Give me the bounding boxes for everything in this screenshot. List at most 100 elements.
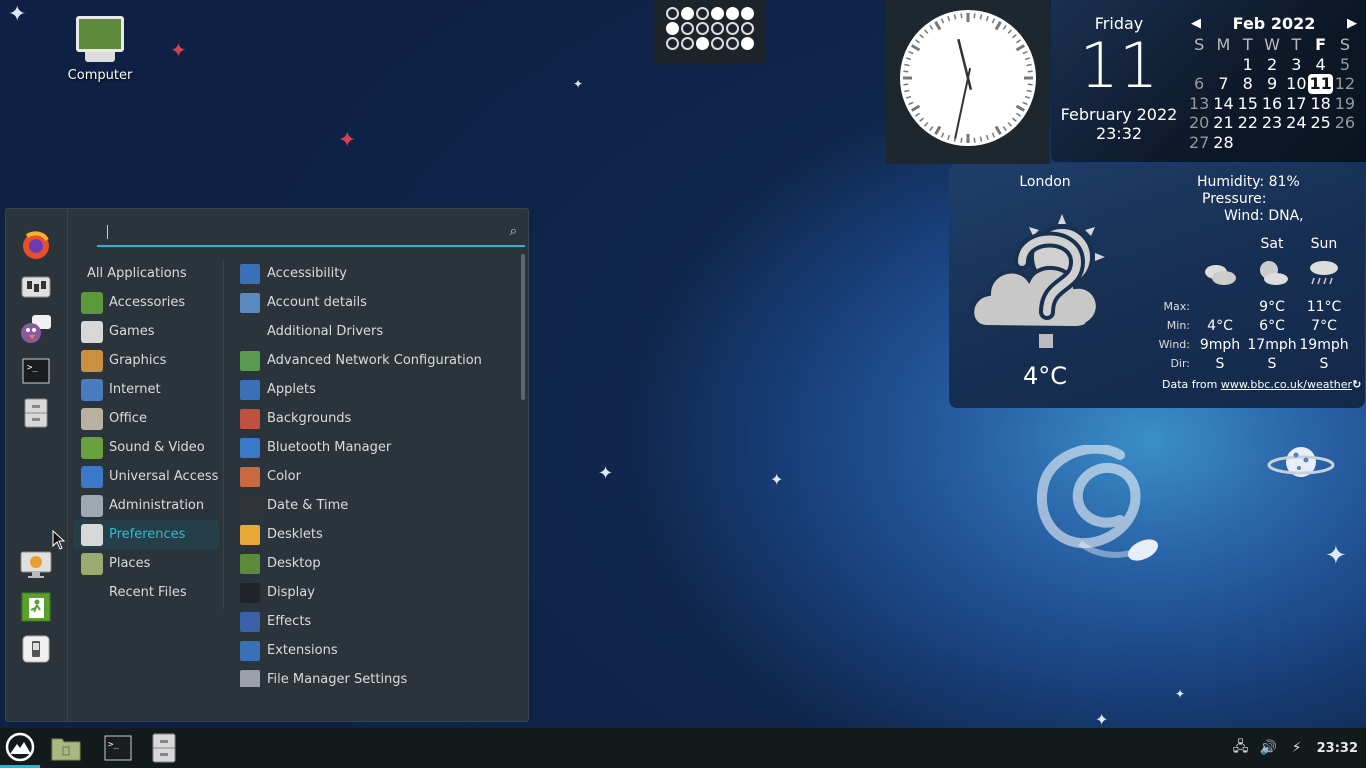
weather-source: Data from www.bbc.co.uk/weather↻ [1162,378,1361,391]
calendar-day[interactable]: 16 [1260,94,1284,114]
category-icon [81,523,103,546]
search-input[interactable] [105,222,495,244]
calendar-day[interactable]: 26 [1333,113,1357,133]
binary-dot-off [681,37,694,50]
max-temp: 11°C [1306,298,1342,315]
app-bluetooth-manager[interactable]: Bluetooth Manager [234,433,519,462]
app-effects[interactable]: Effects [234,607,519,636]
favorite-control-center[interactable] [20,271,52,303]
category-recent-files[interactable]: Recent Files [73,578,219,607]
app-display[interactable]: Display [234,578,519,607]
binary-clock-desklet [653,0,765,64]
calendar-day[interactable]: 14 [1211,94,1235,114]
app-extensions[interactable]: Extensions [234,636,519,665]
category-universal-access[interactable]: Universal Access [73,462,219,491]
network-icon[interactable]: 🖧 [1227,736,1255,760]
binary-dot-on [741,7,754,20]
calendar-day[interactable]: 20 [1187,113,1211,133]
favorite-pidgin[interactable] [20,313,52,345]
desktop-icon-computer[interactable]: Computer [62,16,138,83]
app-backgrounds[interactable]: Backgrounds [234,404,519,433]
calendar-day[interactable]: 18 [1308,94,1332,114]
weather-source-link[interactable]: www.bbc.co.uk/weather [1221,378,1352,391]
app-list-scrollbar[interactable] [521,254,525,400]
app-label: Desktop [267,556,321,571]
session-logout[interactable] [20,591,52,623]
volume-icon[interactable]: 🔊 [1255,740,1283,756]
calendar-today[interactable]: 11 [1308,74,1333,94]
category-graphics[interactable]: Graphics [73,346,219,375]
battery-icon[interactable]: ⚡ [1283,740,1311,756]
pressure: Pressure: [1202,191,1267,207]
app-applets[interactable]: Applets [234,375,519,404]
app-file-manager-settings[interactable]: File Manager Settings [234,665,519,687]
category-accessories[interactable]: Accessories [73,288,219,317]
app-label: File Manager Settings [267,672,408,687]
app-advanced-network-configuration[interactable]: Advanced Network Configuration [234,346,519,375]
app-desklets[interactable]: Desklets [234,520,519,549]
calendar-day[interactable]: 23 [1260,113,1284,133]
wallpaper-star: ✦ [8,2,27,27]
app-additional-drivers[interactable]: Additional Drivers [234,317,519,346]
calendar-day[interactable]: 7 [1211,74,1235,94]
calendar-day[interactable]: 24 [1284,113,1308,133]
taskbar-files[interactable] [47,728,85,768]
calendar-day[interactable]: 13 [1187,94,1211,114]
calendar-day[interactable]: 3 [1284,55,1308,75]
calendar-day[interactable]: 5 [1333,55,1357,75]
calendar-day[interactable]: 21 [1211,113,1235,133]
session-shutdown[interactable] [20,633,52,665]
app-color[interactable]: Color [234,462,519,491]
calendar-day[interactable]: 6 [1187,74,1211,94]
wallpaper-star: ✦ [598,463,614,484]
category-games[interactable]: Games [73,317,219,346]
binary-dot-on [666,22,679,35]
refresh-icon[interactable]: ↻ [1352,378,1361,391]
menu-start-button[interactable] [0,728,40,768]
clock-tick [953,14,957,20]
category-preferences[interactable]: Preferences [73,520,219,549]
weekday-header: F [1315,35,1327,54]
search-icon[interactable]: ⌕ [510,224,517,239]
desktop-icon-label: Computer [67,68,133,83]
category-places[interactable]: Places [73,549,219,578]
calendar-day[interactable]: 1 [1236,55,1260,75]
app-icon [240,292,260,313]
calendar-day[interactable]: 28 [1211,133,1235,153]
calendar-day[interactable]: 27 [1187,133,1211,153]
category-office[interactable]: Office [73,404,219,433]
terminal-icon: >_ [104,735,132,761]
category-administration[interactable]: Administration [73,491,219,520]
calendar-day[interactable]: 19 [1333,94,1357,114]
app-account-details[interactable]: Account details [234,288,519,317]
app-label: Extensions [267,643,338,658]
taskbar-file-cabinet[interactable] [148,728,180,768]
session-lock-screen[interactable] [20,549,52,581]
taskbar-terminal[interactable]: >_ [100,728,136,768]
calendar-day[interactable]: 9 [1260,74,1284,94]
prev-month-icon[interactable]: ◀ [1191,16,1201,31]
next-month-icon[interactable]: ▶ [1347,16,1357,31]
calendar-day[interactable]: 10 [1284,74,1308,94]
category-internet[interactable]: Internet [73,375,219,404]
calendar-day[interactable]: 22 [1236,113,1260,133]
calendar-day[interactable]: 2 [1260,55,1284,75]
taskbar-clock[interactable]: 23:32 [1317,741,1358,756]
favorite-firefox[interactable] [20,229,52,261]
wallpaper-star: ✦ [170,38,187,62]
app-accessibility[interactable]: Accessibility [234,259,519,288]
calendar-day[interactable]: 8 [1236,74,1260,94]
favorite-terminal[interactable]: >_ [20,355,52,387]
app-desktop[interactable]: Desktop [234,549,519,578]
calendar-day[interactable]: 25 [1308,113,1332,133]
binary-dot-off [696,22,709,35]
app-date-time[interactable]: Date & Time [234,491,519,520]
calendar-day[interactable]: 4 [1308,55,1332,75]
favorite-file-cabinet[interactable] [20,397,52,429]
category-sound-video[interactable]: Sound & Video [73,433,219,462]
calendar-day[interactable]: 12 [1333,74,1357,94]
category-all-applications[interactable]: All Applications [73,259,219,288]
clock-tick [904,63,910,67]
calendar-day[interactable]: 15 [1236,94,1260,114]
calendar-day[interactable]: 17 [1284,94,1308,114]
